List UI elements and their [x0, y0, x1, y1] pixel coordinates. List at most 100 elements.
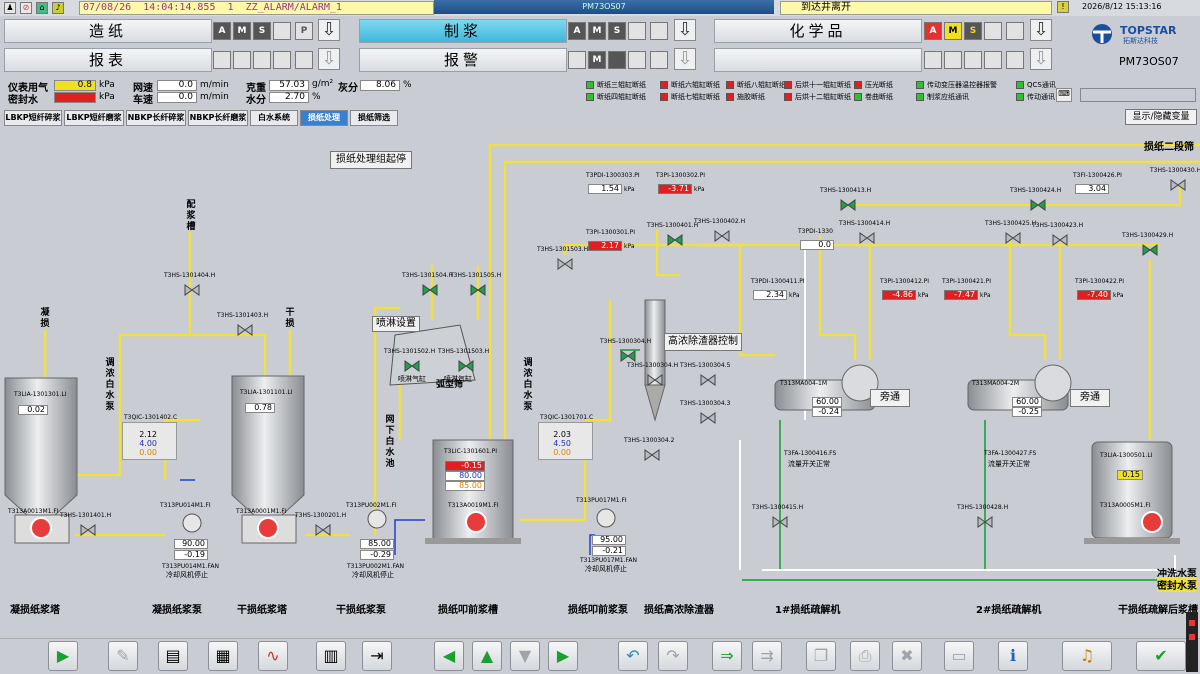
- left-arrow-icon[interactable]: ◀: [434, 641, 464, 671]
- spray-settings-button[interactable]: 喷淋设置: [372, 316, 420, 332]
- valve-icon[interactable]: [859, 232, 875, 244]
- right-arrow-icon[interactable]: ▶: [548, 641, 578, 671]
- pi-value[interactable]: -4.86: [882, 290, 916, 300]
- pi-value[interactable]: 2.34: [753, 290, 787, 300]
- screen-icon[interactable]: ▭: [944, 641, 974, 671]
- tank3-motor-tag: T313A0019M1.FI: [448, 502, 499, 509]
- print-icon[interactable]: ⎙: [850, 641, 880, 671]
- equipment-label: 凝损纸浆泵: [152, 605, 202, 616]
- ctrl1-out: 0.00: [139, 448, 157, 457]
- tank4-tag: T3LIA-1300501.LI: [1100, 452, 1153, 459]
- pi-unit: kPa: [918, 292, 929, 299]
- refiner2-current: -0.25: [1012, 407, 1042, 417]
- up-arrow-icon[interactable]: ▲: [472, 641, 502, 671]
- valve-tag: T3HS-1301503.H: [537, 246, 589, 253]
- bypass-button-1[interactable]: 旁通: [870, 389, 910, 407]
- tank4-motor-tag: T313A0005M1.FI: [1100, 502, 1151, 509]
- pi-value[interactable]: -7.40: [1077, 290, 1111, 300]
- pi-unit: kPa: [694, 186, 705, 193]
- pi-value[interactable]: 1.54: [588, 184, 622, 194]
- valve-tag: T3HS-1301403.H: [217, 312, 269, 319]
- valve-tag: T3HS-1300429.H: [1122, 232, 1174, 239]
- sound-icon[interactable]: ♫: [1062, 641, 1112, 671]
- pump2-fan-status: 冷却风机停止: [352, 571, 394, 579]
- valve-tag: T3HS-1300201.H: [295, 512, 347, 519]
- valve-icon[interactable]: [700, 374, 716, 386]
- pi-value[interactable]: -3.71: [658, 184, 692, 194]
- valve-icon[interactable]: [1030, 199, 1046, 211]
- valve-tag: T3HS-1300428.H: [957, 504, 1009, 511]
- copy-icon[interactable]: ❐: [806, 641, 836, 671]
- valve-icon[interactable]: [1052, 234, 1068, 246]
- notepad-icon[interactable]: ▤: [158, 641, 188, 671]
- trend-icon[interactable]: ∿: [258, 641, 288, 671]
- valve-tag: T3HS-1300414.H: [839, 220, 891, 227]
- valve-icon[interactable]: [184, 284, 200, 296]
- screen-stage2-label: 损纸二段筛: [1144, 142, 1194, 153]
- check-all-icon[interactable]: ✔: [1136, 641, 1186, 671]
- valve-tag: T3HS-1300304.H: [627, 362, 679, 369]
- play-icon[interactable]: ▶: [48, 641, 78, 671]
- refiner2-flow-tag: T3FA-1300427.FS: [984, 450, 1037, 457]
- ctrl1-panel[interactable]: 2.12 4.00 0.00: [122, 422, 177, 460]
- pi-value[interactable]: 2.17: [588, 241, 622, 251]
- valve-icon[interactable]: [1170, 179, 1186, 191]
- ctrl2-tag: T3QIC-1301701.C: [540, 414, 594, 421]
- valve-tag: T3HS-1301505.H: [450, 272, 502, 279]
- valve-tag: T3HS-1300401.H: [647, 222, 699, 229]
- high-density-cleaner-control-button[interactable]: 高浓除渣器控制: [664, 333, 742, 351]
- valve-icon[interactable]: [1005, 232, 1021, 244]
- valve-tag: T3HS-1301404.H: [164, 272, 216, 279]
- pi-unit: kPa: [1113, 292, 1124, 299]
- undo-icon[interactable]: ↶: [618, 641, 648, 671]
- pi-value[interactable]: 0.0: [800, 240, 834, 250]
- refiner1-current: -0.24: [812, 407, 842, 417]
- pi-value[interactable]: 3.04: [1075, 184, 1109, 194]
- tank1-level: 0.02: [18, 405, 48, 415]
- valve-icon[interactable]: [667, 234, 683, 246]
- valve-icon[interactable]: [700, 412, 716, 424]
- valve-icon[interactable]: [557, 258, 573, 270]
- spray-valve-2[interactable]: 喷淋气缸: [444, 374, 472, 384]
- tank3-pv: -0.15: [445, 461, 485, 471]
- transfer-icon[interactable]: ⇒: [712, 641, 742, 671]
- pump3-speed: 95.00: [592, 535, 626, 545]
- valve-icon[interactable]: [422, 284, 438, 296]
- valve-icon[interactable]: [1142, 244, 1158, 256]
- refiner1-tag: T313MA004-1M: [780, 380, 828, 387]
- valve-icon[interactable]: [237, 324, 253, 336]
- down-arrow-icon[interactable]: ▼: [510, 641, 540, 671]
- valve-icon[interactable]: [315, 524, 331, 536]
- refiner2-power: 60.00: [1012, 397, 1042, 407]
- valve-tag: T3HS-1300425.H: [985, 220, 1037, 227]
- info-icon[interactable]: ℹ: [998, 641, 1028, 671]
- valve-tag: T3HS-1300424.H: [1010, 187, 1062, 194]
- close-doc-icon[interactable]: ✖: [892, 641, 922, 671]
- valve-icon[interactable]: [620, 350, 636, 362]
- valve-tag: T3HS-1300415.H: [752, 504, 804, 511]
- valve-icon[interactable]: [840, 199, 856, 211]
- export-icon[interactable]: ⇥: [362, 641, 392, 671]
- bypass-button-2[interactable]: 旁通: [1070, 389, 1110, 407]
- forward-icon[interactable]: ⇉: [752, 641, 782, 671]
- pi-value[interactable]: -7.47: [944, 290, 978, 300]
- redo-icon[interactable]: ↷: [658, 641, 688, 671]
- valve-icon[interactable]: [80, 524, 96, 536]
- tank1-tag: T3LIA-1301301.LI: [14, 391, 67, 398]
- valve-icon[interactable]: [714, 230, 730, 242]
- group-start-stop-button[interactable]: 损纸处理组起停: [330, 151, 412, 169]
- tank4-level: 0.15: [1117, 470, 1143, 480]
- pump3-fan-tag: T313PU017M1.FAN: [580, 557, 637, 564]
- seal-water-pump-label: 密封水泵: [1157, 577, 1197, 592]
- pump2-speed: 85.00: [360, 539, 394, 549]
- document-icon[interactable]: ▥: [316, 641, 346, 671]
- spray-valve-1[interactable]: 喷淋气缸: [398, 374, 426, 384]
- refiner1-flow-status: 流量开关正常: [788, 460, 830, 468]
- ctrl2-panel[interactable]: 2.03 4.50 0.00: [538, 422, 593, 460]
- valve-icon[interactable]: [644, 449, 660, 461]
- wrench-icon[interactable]: ✎: [108, 641, 138, 671]
- clipboard-icon[interactable]: ▦: [208, 641, 238, 671]
- equipment-label: 损纸高浓除渣器: [644, 605, 714, 616]
- tank1-motor-tag: T313A0013M1.FI: [8, 508, 59, 515]
- pi-tag: T3PI-1300301.PI: [586, 229, 636, 236]
